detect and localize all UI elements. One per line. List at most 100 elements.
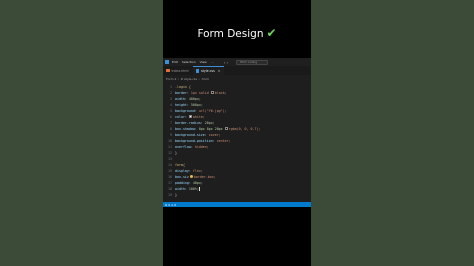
code-token: box-shadow: bbox=[175, 126, 199, 131]
code-token: flex; bbox=[192, 168, 203, 173]
chevron-right-icon: › bbox=[198, 76, 200, 81]
code-line[interactable]: 18 width: 100%; bbox=[163, 186, 311, 191]
line-code: background: url("f6.jpg"); bbox=[175, 109, 227, 113]
line-code: display: flex; bbox=[175, 169, 203, 173]
code-token: black; bbox=[214, 90, 227, 95]
code-line[interactable]: 2 border: 1px solid black; bbox=[163, 90, 311, 95]
code-line[interactable]: 7 border-radius: 20px; bbox=[163, 120, 311, 125]
code-line[interactable]: 14 form{ bbox=[163, 162, 311, 167]
command-center-label: Html coding bbox=[240, 60, 258, 64]
code-line[interactable]: 19} bbox=[163, 192, 311, 197]
code-token: border: bbox=[175, 90, 191, 95]
code-line[interactable]: 11 overflow: hidden; bbox=[163, 144, 311, 149]
code-line[interactable]: 5 background: url("f6.jpg"); bbox=[163, 108, 311, 113]
line-number: 6 bbox=[170, 114, 172, 119]
code-token: white; bbox=[192, 114, 205, 119]
line-code: box-shadow: 0px 0px 20px rgba(0, 0, 0.7)… bbox=[175, 127, 260, 131]
code-token: border-box; bbox=[193, 174, 216, 179]
video-frame: Form Design ✔ Edit Selection View ··· ‹ ›… bbox=[163, 0, 311, 266]
line-number: 18 bbox=[168, 186, 172, 191]
code-token: .login { bbox=[175, 84, 191, 89]
line-code: color: white; bbox=[175, 115, 205, 119]
line-code: form{ bbox=[175, 163, 185, 167]
breadcrumb-item[interactable]: .form bbox=[201, 77, 209, 81]
css-file-icon bbox=[195, 69, 199, 73]
line-number: 8 bbox=[170, 126, 172, 131]
menu-bar: Edit Selection View ··· ‹ › Html coding bbox=[163, 58, 311, 66]
html-file-icon bbox=[166, 68, 170, 73]
code-token: background: bbox=[175, 108, 199, 113]
code-token: rgba(0, 0, 0.7); bbox=[228, 126, 261, 131]
line-number: 9 bbox=[170, 132, 172, 137]
code-editor[interactable]: 1 .login {2 border: 1px solid black; 3 wid… bbox=[163, 82, 311, 202]
checkmark-icon: ✔ bbox=[266, 26, 277, 40]
line-number: 17 bbox=[168, 180, 172, 185]
code-token: background-position: bbox=[175, 138, 217, 143]
code-token: border-radius: bbox=[175, 120, 205, 125]
line-number: 16 bbox=[168, 174, 172, 179]
code-line[interactable]: 13 bbox=[163, 156, 311, 161]
code-line[interactable]: 6 color: white; bbox=[163, 114, 311, 119]
tab-style-css[interactable]: style.css × bbox=[192, 66, 225, 75]
text-cursor bbox=[199, 186, 200, 191]
line-code: width: 100%; bbox=[175, 186, 200, 191]
right-background bbox=[311, 0, 474, 266]
line-number: 10 bbox=[168, 138, 172, 143]
problems-indicator[interactable]: ⊗ 0 ⚠ 0 bbox=[165, 203, 176, 207]
color-swatch-icon bbox=[224, 127, 228, 130]
code-token: width: bbox=[175, 186, 189, 191]
breadcrumb-item[interactable]: Form 2 bbox=[166, 77, 176, 81]
line-code: height: 500px; bbox=[175, 103, 203, 107]
code-token: width: bbox=[175, 96, 189, 101]
line-code: } bbox=[175, 151, 177, 155]
line-code: background-position: center; bbox=[175, 139, 231, 143]
code-line[interactable]: 4 height: 500px; bbox=[163, 102, 311, 107]
line-code: border: 1px solid black; bbox=[175, 91, 227, 95]
code-line[interactable]: 17 padding: 40px; bbox=[163, 180, 311, 185]
line-number: 1 bbox=[170, 84, 172, 89]
code-line[interactable]: 10 background-position: center; bbox=[163, 138, 311, 143]
code-token: form{ bbox=[175, 162, 185, 167]
code-token: padding: bbox=[175, 180, 193, 185]
menu-selection[interactable]: Selection bbox=[182, 60, 196, 64]
code-token: box-siz bbox=[175, 174, 189, 179]
line-number: 7 bbox=[170, 120, 172, 125]
code-line[interactable]: 9 background-size: cover; bbox=[163, 132, 311, 137]
line-number: 2 bbox=[170, 90, 172, 95]
code-line[interactable]: 12} bbox=[163, 150, 311, 155]
code-line[interactable]: 1 .login { bbox=[163, 84, 311, 89]
code-token: 400px; bbox=[188, 96, 201, 101]
line-number: 3 bbox=[170, 96, 172, 101]
code-token: } bbox=[175, 150, 177, 155]
code-token: 20px; bbox=[204, 120, 215, 125]
code-token: color: bbox=[175, 114, 189, 119]
line-code: box-siz border-box; bbox=[175, 175, 216, 179]
menu-more[interactable]: ··· bbox=[211, 60, 214, 64]
command-center[interactable]: Html coding bbox=[236, 59, 269, 65]
code-token: height: bbox=[175, 102, 191, 107]
code-token: hidden; bbox=[194, 144, 209, 149]
line-code: .login { bbox=[175, 85, 191, 89]
code-token: 100%; bbox=[188, 186, 199, 191]
tab-index-html[interactable]: index.html bbox=[163, 66, 193, 75]
code-token: display: bbox=[175, 168, 193, 173]
vscode-logo-icon bbox=[165, 60, 169, 64]
code-token: 500px; bbox=[190, 102, 203, 107]
code-line[interactable]: 3 width: 400px; bbox=[163, 96, 311, 101]
code-line[interactable]: 15 display: flex; bbox=[163, 168, 311, 173]
code-line[interactable]: 8 box-shadow: 0px 0px 20px rgba(0, 0, 0.… bbox=[163, 126, 311, 131]
title-overlay: Form Design ✔ bbox=[163, 22, 311, 41]
line-code: padding: 40px; bbox=[175, 181, 203, 185]
code-line[interactable]: 16 box-siz border-box; bbox=[163, 174, 311, 179]
tab-label: index.html bbox=[171, 68, 189, 73]
close-icon[interactable]: × bbox=[218, 69, 221, 73]
menu-view[interactable]: View bbox=[200, 60, 207, 64]
line-number: 11 bbox=[168, 144, 172, 149]
code-token: background-size: bbox=[175, 132, 209, 137]
line-number: 13 bbox=[168, 156, 172, 161]
breadcrumb-item[interactable]: # style.css bbox=[181, 77, 197, 81]
line-code: border-radius: 20px; bbox=[175, 121, 215, 125]
nav-arrows-icon[interactable]: ‹ › bbox=[224, 60, 228, 65]
menu-edit[interactable]: Edit bbox=[172, 60, 178, 64]
video-bottom bbox=[163, 207, 311, 266]
